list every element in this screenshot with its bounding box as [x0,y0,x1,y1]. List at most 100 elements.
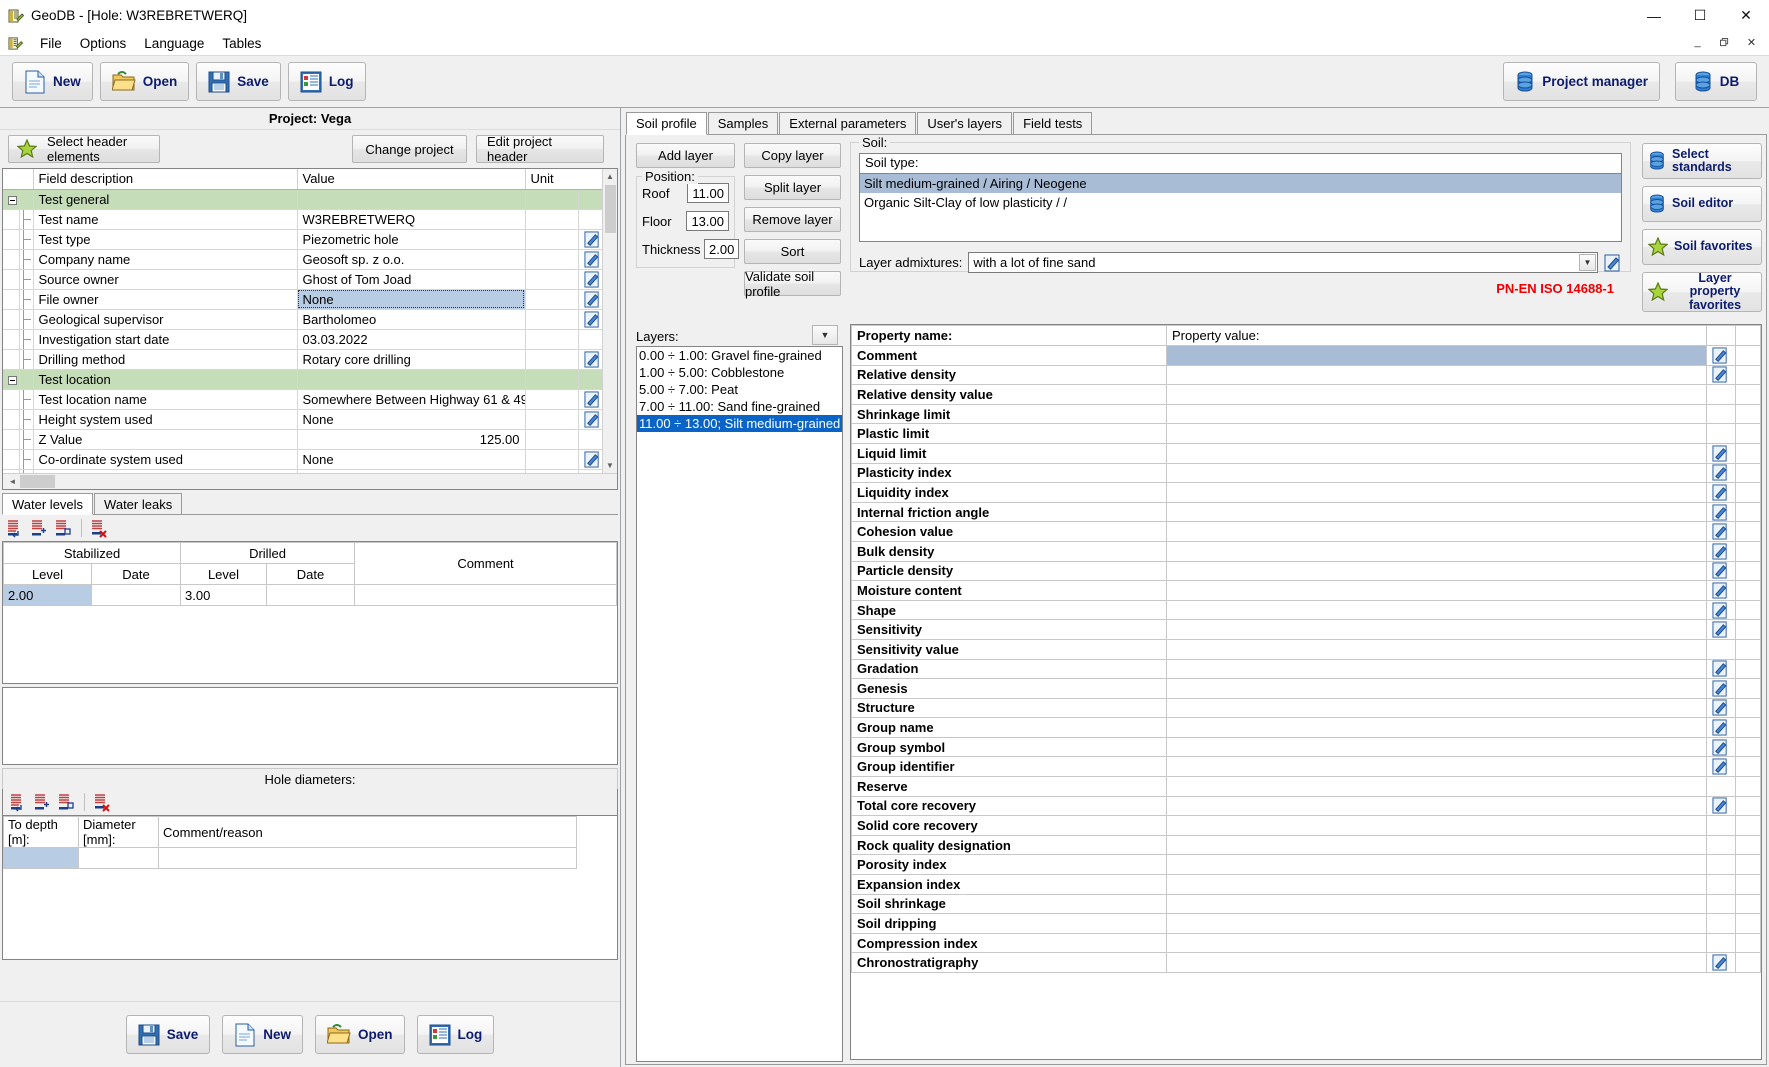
property-name-cell[interactable]: Sensitivity value [852,639,1167,659]
property-value-cell[interactable] [1167,855,1707,875]
edit-field-icon[interactable] [1712,602,1730,619]
chevron-down-icon[interactable]: ▼ [1579,254,1596,271]
table-row[interactable]: Porosity index [852,855,1761,875]
field-value-cell[interactable]: Rotary core drilling [297,349,525,369]
table-row[interactable]: Total core recovery [852,796,1761,816]
layers-listbox[interactable]: 0.00 ÷ 1.00: Gravel fine-grained1.00 ÷ 5… [636,346,843,1062]
property-edit-cell[interactable] [1707,639,1736,659]
property-value-cell[interactable] [1167,404,1707,424]
table-row[interactable]: Shrinkage limit [852,404,1761,424]
property-edit-cell[interactable] [1707,443,1736,463]
property-name-cell[interactable]: Relative density [852,365,1167,385]
layer-list-item[interactable]: 5.00 ÷ 7.00: Peat [637,381,842,398]
collapse-icon[interactable] [8,196,17,205]
property-value-cell[interactable] [1167,483,1707,503]
table-row[interactable]: Reserve [852,777,1761,797]
property-value-cell[interactable] [1167,757,1707,777]
soil-type-item[interactable]: Organic Silt-Clay of low plasticity / / [860,193,1621,212]
edit-field-icon[interactable] [1712,699,1730,716]
add-row-icon[interactable] [6,519,25,538]
property-name-cell[interactable]: Liquidity index [852,483,1167,503]
edit-field-icon[interactable] [584,411,601,428]
field-value-cell[interactable]: None [297,289,525,309]
property-name-cell[interactable]: Soil dripping [852,914,1167,934]
field-edit-cell[interactable] [578,309,602,329]
property-edit-cell[interactable] [1707,620,1736,640]
field-description-cell[interactable]: Test location name [33,389,297,409]
field-edit-cell[interactable] [578,429,602,449]
field-edit-cell[interactable] [578,189,602,209]
mdi-close-button[interactable]: ✕ [1738,32,1765,52]
property-name-cell[interactable]: Cohesion value [852,522,1167,542]
edit-field-icon[interactable] [1712,954,1730,971]
field-unit-cell[interactable] [525,369,578,389]
property-name-cell[interactable]: Gradation [852,659,1167,679]
select-standards-button[interactable]: Select standards [1642,143,1762,179]
table-row[interactable]: Internal friction angle [852,502,1761,522]
property-value-cell[interactable] [1167,894,1707,914]
field-edit-cell[interactable] [578,229,602,249]
edit-field-icon[interactable] [584,251,601,268]
bottom-new-button[interactable]: New [222,1015,303,1054]
layer-list-item[interactable]: 11.00 ÷ 13.00; Silt medium-grained [637,415,842,432]
field-value-cell[interactable]: None [297,409,525,429]
field-description-cell[interactable]: Company name [33,249,297,269]
soil-type-item[interactable]: Silt medium-grained / Airing / Neogene [860,174,1621,193]
table-row[interactable]: File ownerNone [3,289,602,309]
wl-cell-comment[interactable] [355,585,617,606]
hd-cell-comment[interactable] [159,848,577,869]
delete-row-icon[interactable] [90,519,109,538]
tab-water-levels[interactable]: Water levels [2,493,93,515]
edit-field-icon[interactable] [1712,758,1730,775]
property-edit-cell[interactable] [1707,796,1736,816]
property-value-cell[interactable] [1167,679,1707,699]
property-edit-cell[interactable] [1707,737,1736,757]
window-close-button[interactable]: ✕ [1723,0,1769,31]
field-unit-cell[interactable] [525,229,578,249]
field-description-cell[interactable]: Z Value [33,429,297,449]
table-row[interactable]: Compression index [852,933,1761,953]
field-value-cell[interactable]: Geosoft sp. z o.o. [297,249,525,269]
mdi-restore-button[interactable] [1711,32,1738,52]
edit-field-icon[interactable] [1712,719,1730,736]
layers-dropdown-button[interactable]: ▼ [812,325,838,345]
property-name-cell[interactable]: Comment [852,346,1167,366]
field-edit-cell[interactable] [578,409,602,429]
edit-field-icon[interactable] [584,391,601,408]
field-unit-cell[interactable] [525,429,578,449]
property-name-cell[interactable]: Expansion index [852,875,1167,895]
table-group-row[interactable]: Test location [3,369,602,389]
property-name-cell[interactable]: Compression index [852,933,1167,953]
field-description-cell[interactable]: File owner [33,289,297,309]
property-name-cell[interactable]: Soil shrinkage [852,894,1167,914]
property-value-cell[interactable] [1167,385,1707,405]
property-name-cell[interactable]: Bulk density [852,541,1167,561]
field-unit-cell[interactable] [525,389,578,409]
tab-field-tests[interactable]: Field tests [1013,112,1092,134]
field-value-cell[interactable]: None [297,449,525,469]
field-edit-cell[interactable] [578,449,602,469]
table-row[interactable]: Source ownerGhost of Tom Joad [3,269,602,289]
property-name-cell[interactable]: Particle density [852,561,1167,581]
property-edit-cell[interactable] [1707,463,1736,483]
property-value-cell[interactable] [1167,777,1707,797]
grid-vertical-scrollbar[interactable]: ▲ ▼ [602,169,617,473]
add-layer-button[interactable]: Add layer [636,143,735,168]
column-header-field-description[interactable]: Field description [33,169,297,189]
field-value-cell[interactable]: Bartholomeo [297,309,525,329]
edit-field-icon[interactable] [1712,797,1730,814]
property-value-cell[interactable] [1167,835,1707,855]
property-edit-cell[interactable] [1707,757,1736,777]
table-row[interactable]: Liquid limit [852,443,1761,463]
field-value-cell[interactable]: Piezometric hole [297,229,525,249]
table-row[interactable]: Relative density value [852,385,1761,405]
table-row[interactable]: Plasticity index [852,463,1761,483]
grid-horizontal-scrollbar[interactable]: ◄ [3,473,617,489]
table-row[interactable]: Chronostratigraphy [852,953,1761,973]
menu-file[interactable]: File [31,34,71,53]
hd-cell-depth[interactable] [4,848,79,869]
field-description-cell[interactable]: Co-ordinate system used [33,449,297,469]
property-name-cell[interactable]: Reserve [852,777,1167,797]
table-row[interactable]: Investigation start date03.03.2022 [3,329,602,349]
property-edit-cell[interactable] [1707,679,1736,699]
